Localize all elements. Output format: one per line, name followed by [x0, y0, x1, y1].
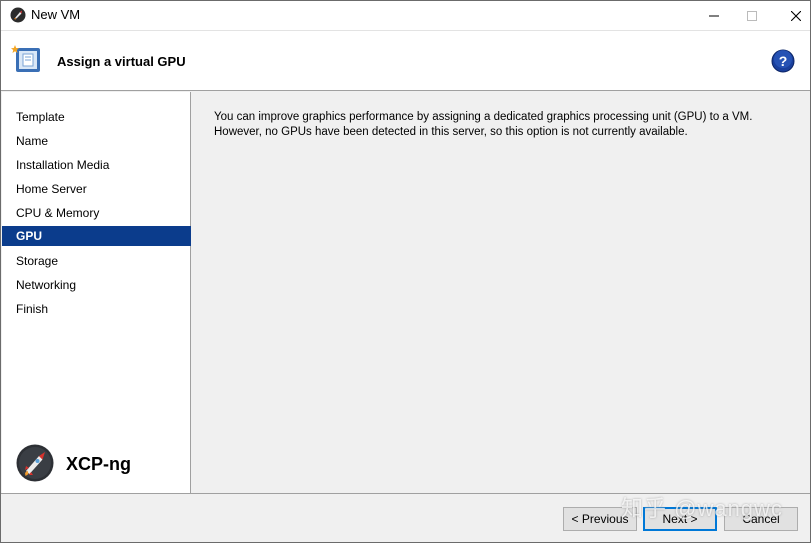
page-heading: Assign a virtual GPU	[57, 54, 186, 69]
gpu-page-content: You can improve graphics performance by …	[192, 92, 810, 493]
xcp-ng-app-icon	[10, 7, 26, 23]
close-icon	[791, 10, 801, 21]
xcp-ng-logo-icon	[16, 444, 54, 482]
new-vm-window: New VM Assign a virtual GPU ? Template N…	[0, 0, 811, 543]
step-networking[interactable]: Networking	[2, 275, 191, 295]
step-cpu-memory[interactable]: CPU & Memory	[2, 203, 191, 223]
maximize-button[interactable]	[729, 1, 775, 30]
step-home-server[interactable]: Home Server	[2, 179, 191, 199]
step-storage[interactable]: Storage	[2, 251, 191, 271]
wizard-steps-sidebar: Template Name Installation Media Home Se…	[2, 92, 191, 493]
minimize-icon	[709, 15, 719, 16]
svg-text:?: ?	[779, 53, 788, 69]
step-gpu[interactable]: GPU	[2, 226, 191, 246]
brand: XCP-ng	[16, 444, 186, 484]
previous-button[interactable]: < Previous	[563, 507, 637, 531]
cancel-button[interactable]: Cancel	[724, 507, 798, 531]
wizard-header: Assign a virtual GPU ?	[1, 30, 810, 91]
wizard-footer: < Previous Next > Cancel	[1, 493, 810, 542]
close-button[interactable]	[773, 1, 811, 30]
new-vm-wizard-icon	[11, 45, 40, 72]
step-name[interactable]: Name	[2, 131, 191, 151]
brand-name: XCP-ng	[66, 454, 131, 474]
window-title: New VM	[31, 7, 81, 22]
next-button[interactable]: Next >	[643, 507, 717, 531]
info-line-1: You can improve graphics performance by …	[214, 111, 753, 123]
info-line-2: However, no GPUs have been detected in t…	[214, 126, 688, 138]
maximize-icon	[747, 10, 757, 21]
step-installation-media[interactable]: Installation Media	[2, 155, 191, 175]
gpu-info-text: You can improve graphics performance by …	[214, 110, 794, 140]
title-bar[interactable]: New VM	[1, 1, 810, 30]
step-finish[interactable]: Finish	[2, 299, 191, 319]
step-template[interactable]: Template	[2, 107, 191, 127]
help-icon[interactable]: ?	[771, 49, 795, 73]
